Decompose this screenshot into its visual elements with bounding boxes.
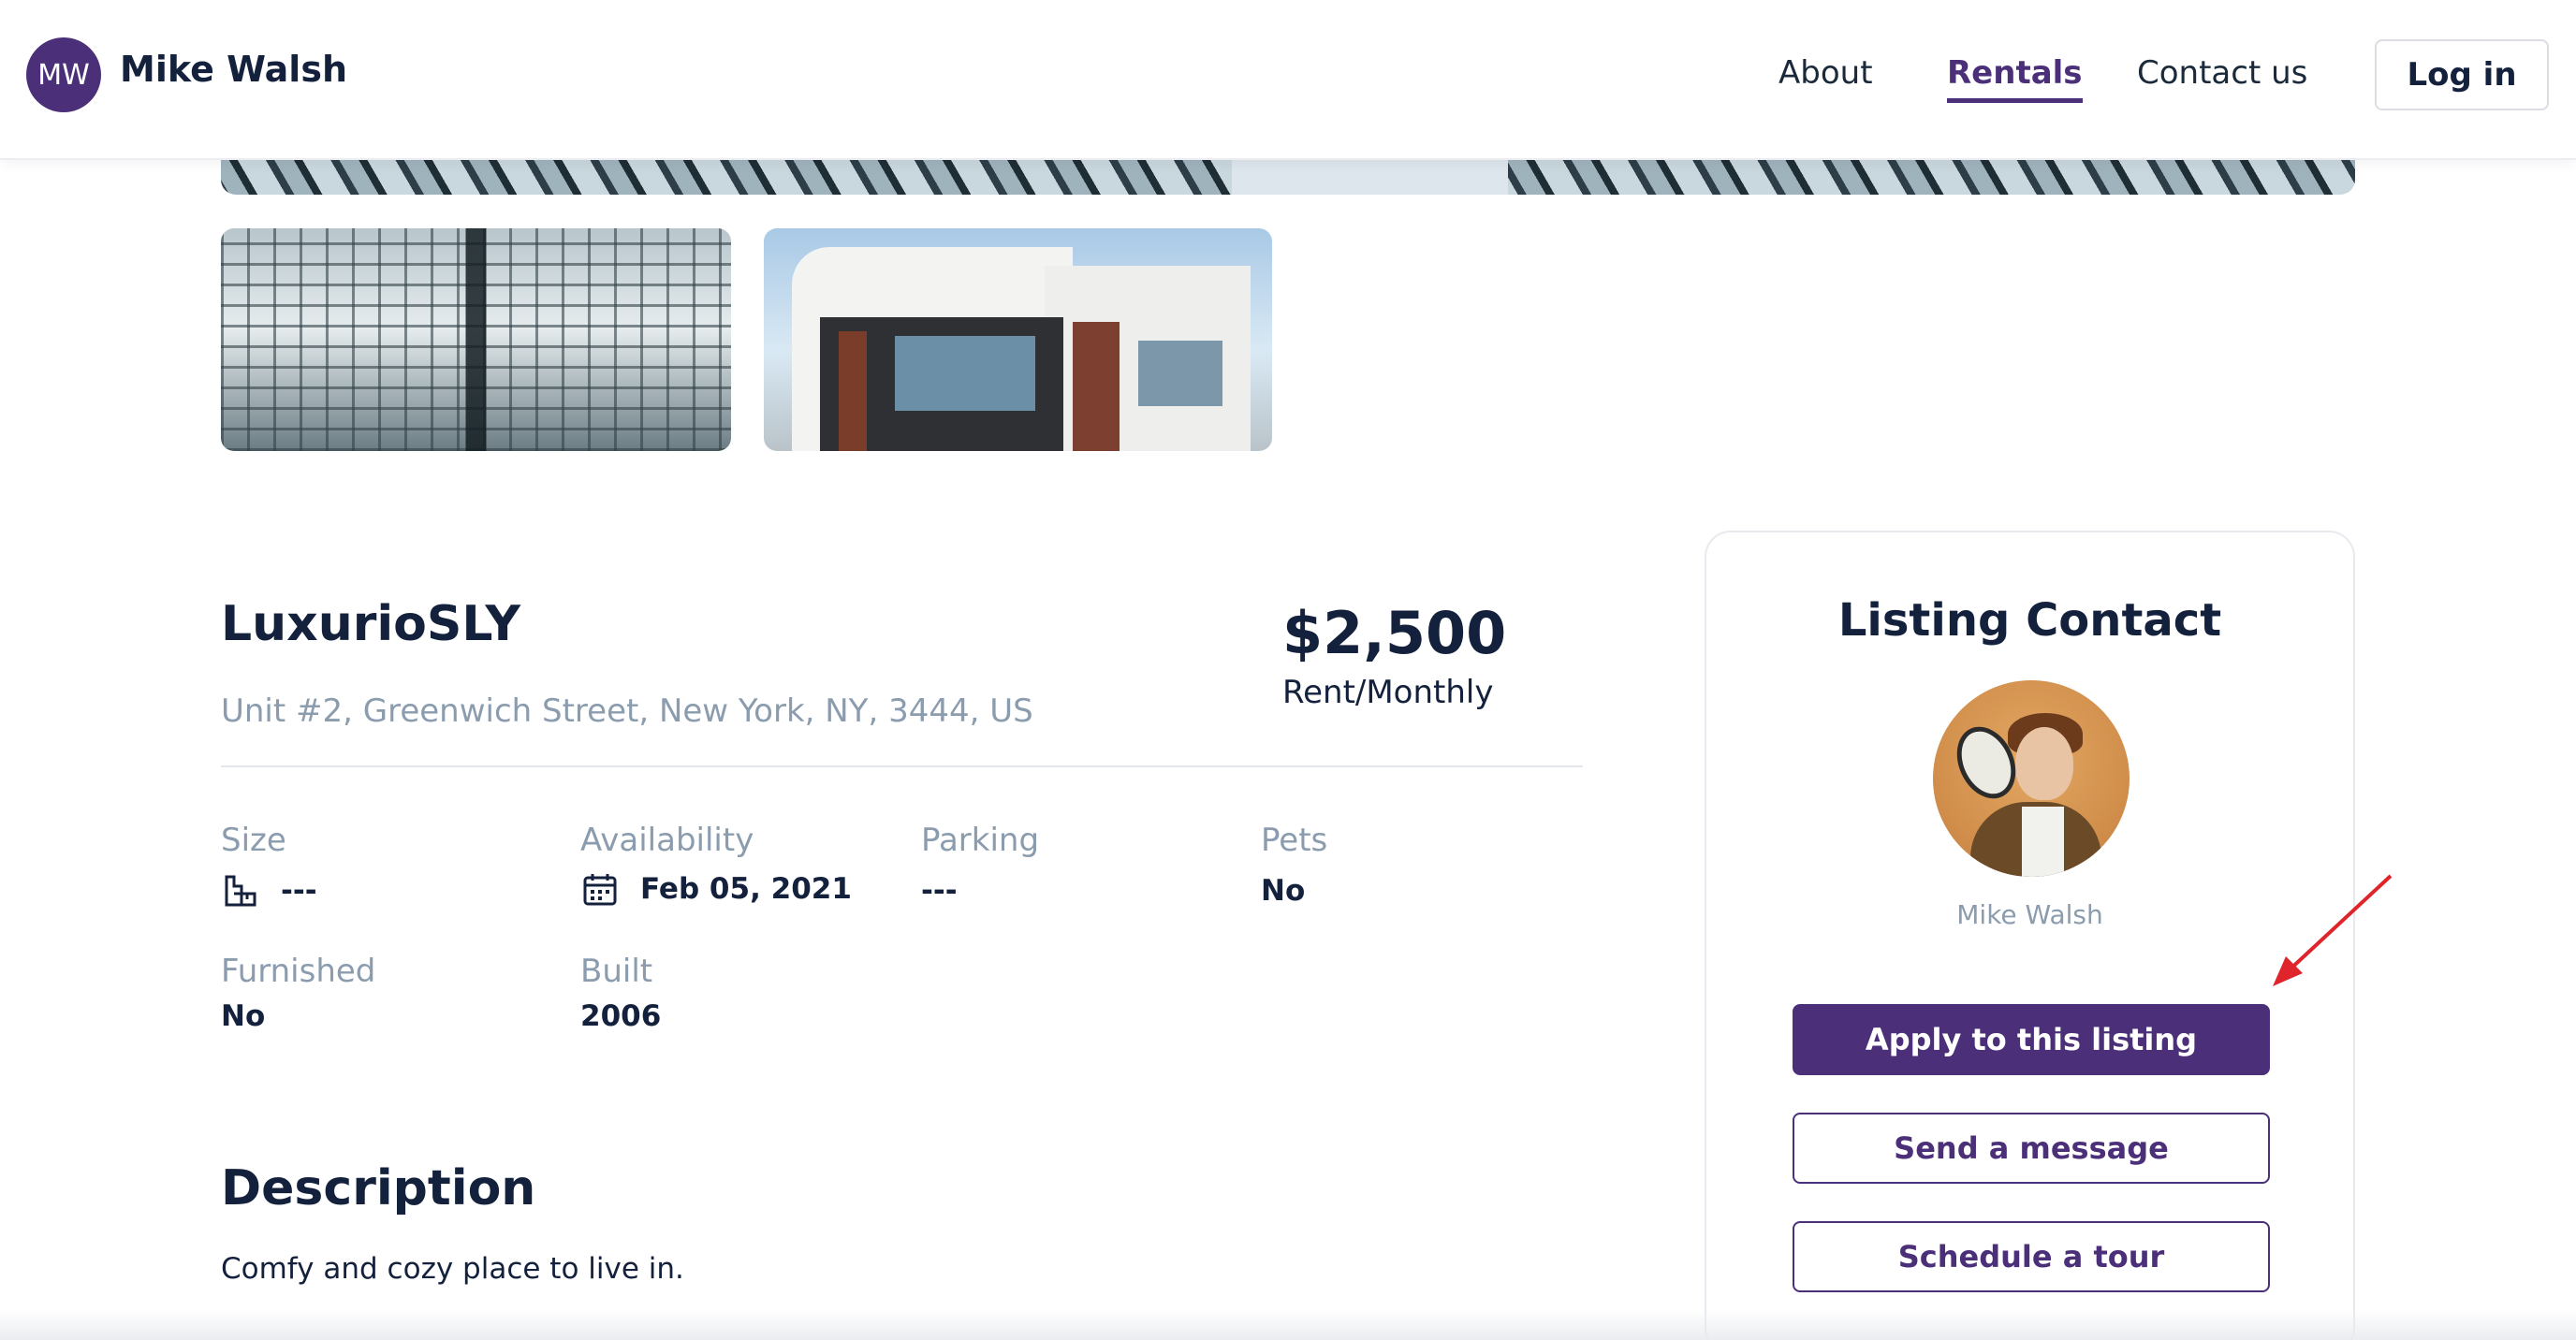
floorplan-icon — [225, 875, 256, 907]
login-button[interactable]: Log in — [2375, 39, 2549, 110]
divider — [221, 765, 1583, 767]
availability-label: Availability — [580, 822, 754, 859]
calendar-icon — [583, 874, 617, 906]
brand-name[interactable]: Mike Walsh — [120, 49, 347, 90]
description-text: Comfy and cozy place to live in. — [221, 1252, 684, 1286]
listing-price: $2,500 — [1282, 599, 1507, 667]
parking-value: --- — [921, 874, 958, 908]
gallery-thumbnail-skyscraper[interactable] — [221, 228, 731, 451]
house-window — [895, 336, 1035, 411]
furnished-label: Furnished — [221, 953, 376, 990]
listing-contact-card: Listing Contact Mike Walsh Apply to this… — [1705, 531, 2355, 1340]
availability-value: Feb 05, 2021 — [640, 872, 852, 906]
built-value: 2006 — [580, 999, 662, 1033]
pets-label: Pets — [1261, 822, 1328, 859]
schedule-tour-button[interactable]: Schedule a tour — [1793, 1221, 2270, 1292]
nav-rentals-link[interactable]: Rentals — [1947, 54, 2083, 103]
house-wood-panel-right — [1073, 322, 1120, 451]
nav-about-link[interactable]: About — [1778, 54, 1873, 92]
house-wood-panel — [839, 331, 867, 451]
apply-button[interactable]: Apply to this listing — [1793, 1004, 2270, 1075]
parking-label: Parking — [921, 822, 1040, 859]
hero-image[interactable] — [221, 160, 2355, 195]
contact-name: Mike Walsh — [1956, 899, 2103, 930]
house-window-right — [1138, 341, 1222, 406]
size-label: Size — [221, 822, 286, 859]
listing-address: Unit #2, Greenwich Street, New York, NY,… — [221, 692, 1033, 730]
description-heading: Description — [221, 1160, 536, 1216]
built-label: Built — [580, 953, 653, 990]
size-value: --- — [281, 874, 317, 908]
bottom-fade — [0, 1310, 2576, 1340]
gallery-thumbnail-house[interactable] — [764, 228, 1272, 451]
photo-shirt — [2022, 807, 2064, 877]
hero-image-segment — [1232, 160, 1508, 195]
annotation-arrow-icon — [2273, 874, 2393, 986]
contact-avatar — [1933, 680, 2130, 877]
furnished-value: No — [221, 999, 266, 1033]
send-message-button[interactable]: Send a message — [1793, 1113, 2270, 1184]
avatar[interactable]: MW — [26, 37, 101, 112]
photo-face — [2015, 727, 2073, 800]
nav-contact-link[interactable]: Contact us — [2137, 54, 2307, 92]
contact-card-title: Listing Contact — [1837, 594, 2222, 647]
top-navbar: MW Mike Walsh About Rentals Contact us L… — [0, 0, 2576, 160]
listing-title: LuxurioSLY — [221, 596, 521, 652]
price-period: Rent/Monthly — [1282, 674, 1494, 711]
pets-value: No — [1261, 874, 1306, 908]
